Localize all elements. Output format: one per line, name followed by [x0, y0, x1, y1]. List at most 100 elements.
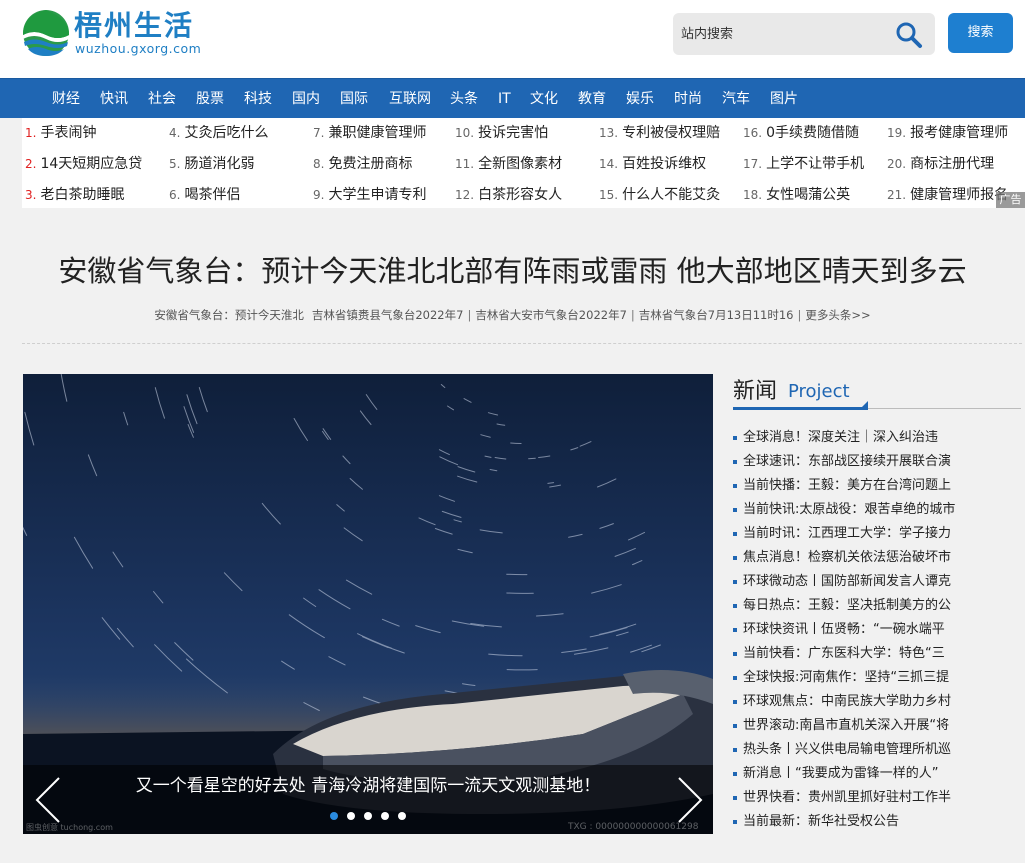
nav-item[interactable]: 国内: [292, 79, 320, 119]
news-item[interactable]: 全球快报:河南焦作：坚持“三抓三提: [733, 666, 1021, 690]
news-item-text: 世界快看：贵州凯里抓好驻村工作半: [743, 790, 952, 805]
news-item-text: 热头条丨兴义供电局输电管理所机巡: [743, 742, 952, 757]
news-item[interactable]: 当前时讯：江西理工大学：学子接力: [733, 522, 1021, 546]
news-item-text: 全球消息！深度关注｜深入纠治违: [743, 430, 939, 445]
hot-link-text: 兼职健康管理师: [328, 125, 427, 141]
hot-link[interactable]: 20. 商标注册代理: [887, 149, 994, 179]
nav-item[interactable]: 文化: [530, 79, 558, 119]
hot-link-number: 15.: [599, 188, 619, 202]
news-item[interactable]: 当前快看：广东医科大学：特色“三: [733, 642, 1021, 666]
sub-news-link[interactable]: 安徽省气象台：预计今天淮北: [154, 308, 304, 322]
headline[interactable]: 安徽省气象台：预计今天淮北北部有阵雨或雷雨 他大部地区晴天到多云: [0, 250, 1025, 292]
slider-dot[interactable]: [330, 812, 338, 820]
news-item[interactable]: 世界快看：贵州凯里抓好驻村工作半: [733, 786, 1021, 810]
nav-item[interactable]: 头条: [450, 79, 478, 119]
search-box: [673, 13, 935, 55]
news-item[interactable]: 环球观焦点：中南民族大学助力乡村: [733, 690, 1021, 714]
hot-link[interactable]: 11. 全新图像素材: [455, 149, 562, 179]
nav-item[interactable]: 股票: [196, 79, 224, 119]
more-headlines-link[interactable]: 更多头条>>: [805, 308, 870, 322]
hot-link[interactable]: 15. 什么人不能艾灸: [599, 180, 720, 210]
bullet-icon: [733, 676, 737, 680]
hot-link[interactable]: 2. 14天短期应急贷: [25, 149, 142, 179]
main-nav: 财经 快讯 社会 股票 科技 国内 国际 互联网 头条 IT 文化 教育 娱乐 时尚 汽车 图片: [0, 78, 1025, 118]
bullet-icon: [733, 820, 737, 824]
hot-link[interactable]: 19. 报考健康管理师: [887, 118, 1008, 148]
bullet-icon: [733, 700, 737, 704]
hot-link[interactable]: 4. 艾灸后吃什么: [169, 118, 268, 148]
sub-news-link[interactable]: 吉林省镇赉县气象台2022年7: [312, 308, 464, 322]
nav-item[interactable]: 科技: [244, 79, 272, 119]
slider-dot[interactable]: [381, 812, 389, 820]
news-item[interactable]: 环球微动态丨国防部新闻发言人谭克: [733, 570, 1021, 594]
slide-caption[interactable]: 又一个看星空的好去处 青海冷湖将建国际一流天文观测基地！: [23, 774, 713, 798]
search-button[interactable]: 搜索: [948, 13, 1013, 53]
nav-item[interactable]: 图片: [770, 79, 798, 119]
hot-link-text: 喝茶伴侣: [184, 187, 241, 203]
sub-news-link[interactable]: 吉林省气象台7月13日11时16: [639, 308, 794, 322]
hot-link-text: 全新图像素材: [478, 156, 563, 172]
hot-link[interactable]: 17. 上学不让带手机: [743, 149, 864, 179]
news-item[interactable]: 当前最新：新华社受权公告: [733, 810, 1021, 834]
news-item[interactable]: 每日热点：王毅：坚决抵制美方的公: [733, 594, 1021, 618]
news-item[interactable]: 当前快讯:太原战役：艰苦卓绝的城市: [733, 498, 1021, 522]
bullet-icon: [733, 628, 737, 632]
slider-dot[interactable]: [398, 812, 406, 820]
search-input[interactable]: [681, 21, 891, 47]
hot-link[interactable]: 8. 免费注册商标: [313, 149, 412, 179]
separator: |: [797, 308, 802, 322]
hot-link[interactable]: 10. 投诉完害怕: [455, 118, 548, 148]
hot-link-number: 8.: [313, 157, 325, 171]
hot-link[interactable]: 21. 健康管理师报名: [887, 180, 1008, 210]
hot-link[interactable]: 3. 老白茶助睡眠: [25, 180, 124, 210]
nav-item[interactable]: 国际: [340, 79, 368, 119]
nav-item[interactable]: 汽车: [722, 79, 750, 119]
nav-item[interactable]: 互联网: [389, 79, 431, 119]
news-item-text: 全球快报:河南焦作：坚持“三抓三提: [743, 670, 950, 685]
next-arrow-icon[interactable]: [673, 776, 705, 824]
hot-link-number: 9.: [313, 188, 325, 202]
nav-item[interactable]: 快讯: [100, 79, 128, 119]
news-item[interactable]: 全球速讯：东部战区接续开展联合演: [733, 450, 1021, 474]
bullet-icon: [733, 484, 737, 488]
nav-item[interactable]: 财经: [52, 79, 80, 119]
separator: |: [467, 308, 472, 322]
hot-link-text: 大学生申请专利: [328, 187, 427, 203]
news-item[interactable]: 焦点消息！检察机关依法惩治破坏市: [733, 546, 1021, 570]
hot-link-text: 投诉完害怕: [478, 125, 549, 141]
news-item[interactable]: 环球快资讯丨伍贤畅：“一碗水端平: [733, 618, 1021, 642]
news-item[interactable]: 世界滚动:南昌市直机关深入开展“将: [733, 714, 1021, 738]
hot-link[interactable]: 18. 女性喝蒲公英: [743, 180, 850, 210]
hot-link[interactable]: 1. 手表闹钟: [25, 118, 96, 148]
hot-link-text: 老白茶助睡眠: [40, 187, 125, 203]
news-item[interactable]: 新消息丨“我要成为雷锋一样的人”: [733, 762, 1021, 786]
hot-link[interactable]: 6. 喝茶伴侣: [169, 180, 240, 210]
hot-link[interactable]: 9. 大学生申请专利: [313, 180, 426, 210]
hot-link[interactable]: 12. 白茶形容女人: [455, 180, 562, 210]
search-icon[interactable]: [895, 21, 923, 49]
nav-item[interactable]: 社会: [148, 79, 176, 119]
bullet-icon: [733, 436, 737, 440]
nav-item[interactable]: IT: [498, 79, 511, 119]
slider-dot[interactable]: [347, 812, 355, 820]
image-slider[interactable]: 又一个看星空的好去处 青海冷湖将建国际一流天文观测基地！ 图虫创意 tuchon…: [23, 374, 713, 834]
news-item-text: 新消息丨“我要成为雷锋一样的人”: [743, 766, 939, 781]
hot-link[interactable]: 14. 百姓投诉维权: [599, 149, 706, 179]
site-logo[interactable]: 梧州生活 wuzhou.gxorg.com: [22, 9, 222, 59]
nav-item[interactable]: 娱乐: [626, 79, 654, 119]
hot-link[interactable]: 7. 兼职健康管理师: [313, 118, 426, 148]
news-item[interactable]: 全球消息！深度关注｜深入纠治违: [733, 426, 1021, 450]
prev-arrow-icon[interactable]: [33, 776, 65, 824]
news-item[interactable]: 当前快播：王毅：美方在台湾问题上: [733, 474, 1021, 498]
nav-item[interactable]: 教育: [578, 79, 606, 119]
hot-link[interactable]: 5. 肠道消化弱: [169, 149, 254, 179]
news-section-header: 新闻 Project: [733, 374, 1021, 412]
nav-item[interactable]: 时尚: [674, 79, 702, 119]
hot-link[interactable]: 16. 0手续费随借随: [743, 118, 859, 148]
logo-subtitle: wuzhou.gxorg.com: [75, 41, 202, 56]
sub-news-link[interactable]: 吉林省大安市气象台2022年7: [475, 308, 627, 322]
news-item[interactable]: 热头条丨兴义供电局输电管理所机巡: [733, 738, 1021, 762]
hot-link[interactable]: 13. 专利被侵权理赔: [599, 118, 720, 148]
hot-link-text: 上学不让带手机: [766, 156, 865, 172]
slider-dot[interactable]: [364, 812, 372, 820]
